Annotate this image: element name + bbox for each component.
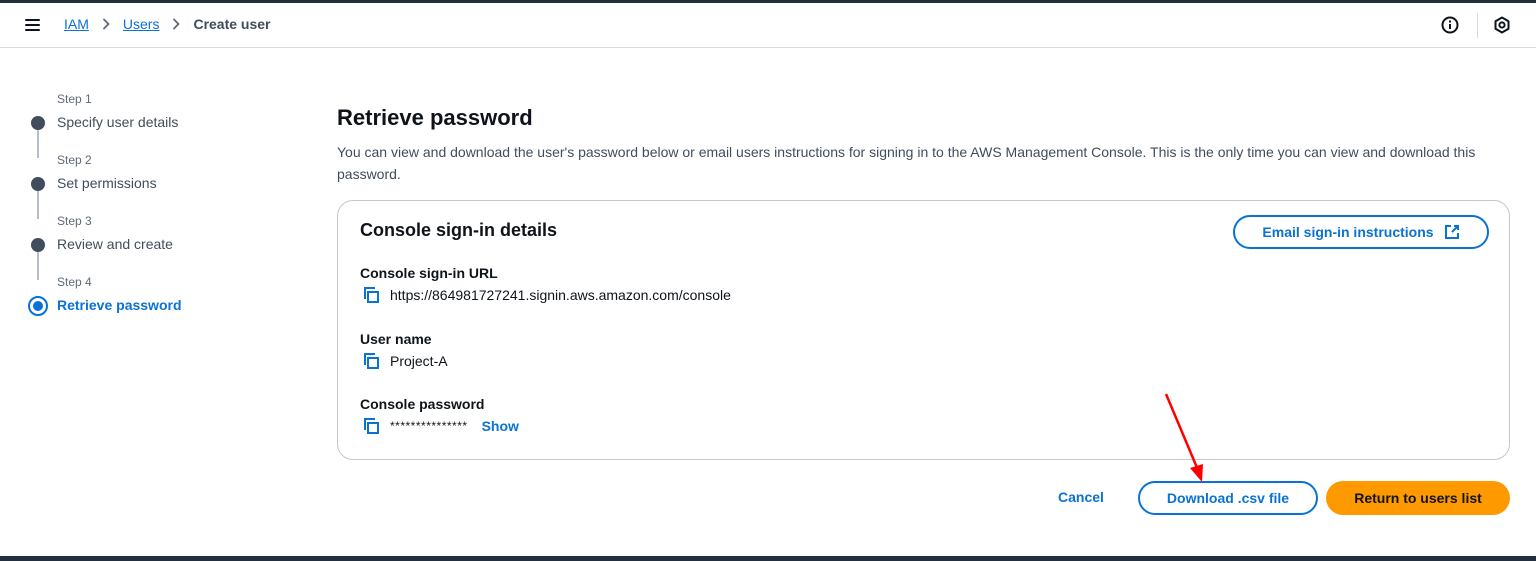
toolbar-divider (1477, 13, 1478, 38)
step-status-icon (31, 177, 45, 191)
sign-in-url-row: https://864981727241.signin.aws.amazon.c… (362, 286, 731, 304)
step-title[interactable]: Set permissions (57, 175, 157, 191)
step-connector (37, 130, 39, 158)
chevron-right-icon (172, 18, 181, 30)
console-password-label: Console password (360, 396, 485, 412)
chevron-right-icon (102, 18, 110, 30)
copy-icon[interactable] (362, 286, 380, 304)
breadcrumb-current: Create user (193, 16, 271, 32)
step-number: Step 3 (57, 214, 92, 228)
download-csv-button[interactable]: Download .csv file (1138, 481, 1318, 515)
show-password-link[interactable]: Show (482, 418, 519, 434)
step-title[interactable]: Specify user details (57, 114, 178, 130)
card-title: Console sign-in details (360, 220, 558, 240)
page-title: Retrieve password (337, 105, 533, 130)
step-status-icon (31, 238, 45, 252)
menu-icon[interactable] (24, 16, 42, 34)
step-connector (37, 252, 39, 280)
step-number: Step 2 (57, 153, 92, 167)
window-bottom-border (0, 556, 1536, 561)
copy-icon[interactable] (362, 417, 380, 435)
top-navigation-bar: IAM Users Create user (0, 3, 1536, 48)
email-sign-in-instructions-button[interactable]: Email sign-in instructions (1233, 215, 1489, 249)
step-status-icon (31, 116, 45, 130)
user-name-value: Project-A (390, 353, 448, 369)
step-title[interactable]: Review and create (57, 236, 173, 252)
step-number: Step 4 (57, 275, 92, 289)
breadcrumb-iam-link[interactable]: IAM (64, 16, 89, 32)
info-icon[interactable] (1440, 15, 1460, 35)
user-name-row: Project-A (362, 352, 448, 370)
console-password-row: *************** Show (362, 417, 519, 435)
page-description: You can view and download the user's pas… (337, 144, 1476, 182)
return-to-users-list-button[interactable]: Return to users list (1326, 481, 1510, 515)
cancel-button[interactable]: Cancel (1058, 489, 1104, 505)
password-masked-value: *************** (390, 419, 468, 433)
external-link-icon (1444, 224, 1460, 240)
sign-in-url-value: https://864981727241.signin.aws.amazon.c… (390, 287, 731, 303)
step-number: Step 1 (57, 92, 92, 106)
user-name-label: User name (360, 331, 432, 347)
email-button-label: Email sign-in instructions (1262, 224, 1434, 240)
settings-hexagon-icon[interactable] (1492, 15, 1512, 35)
sign-in-url-label: Console sign-in URL (360, 265, 498, 281)
current-step-icon (28, 296, 48, 316)
console-sign-in-details-card: Console sign-in details Email sign-in in… (337, 200, 1510, 460)
breadcrumb: IAM Users Create user (64, 16, 271, 32)
breadcrumb-users-link[interactable]: Users (123, 16, 160, 32)
step-connector (37, 191, 39, 219)
step-title: Retrieve password (57, 297, 182, 313)
copy-icon[interactable] (362, 352, 380, 370)
